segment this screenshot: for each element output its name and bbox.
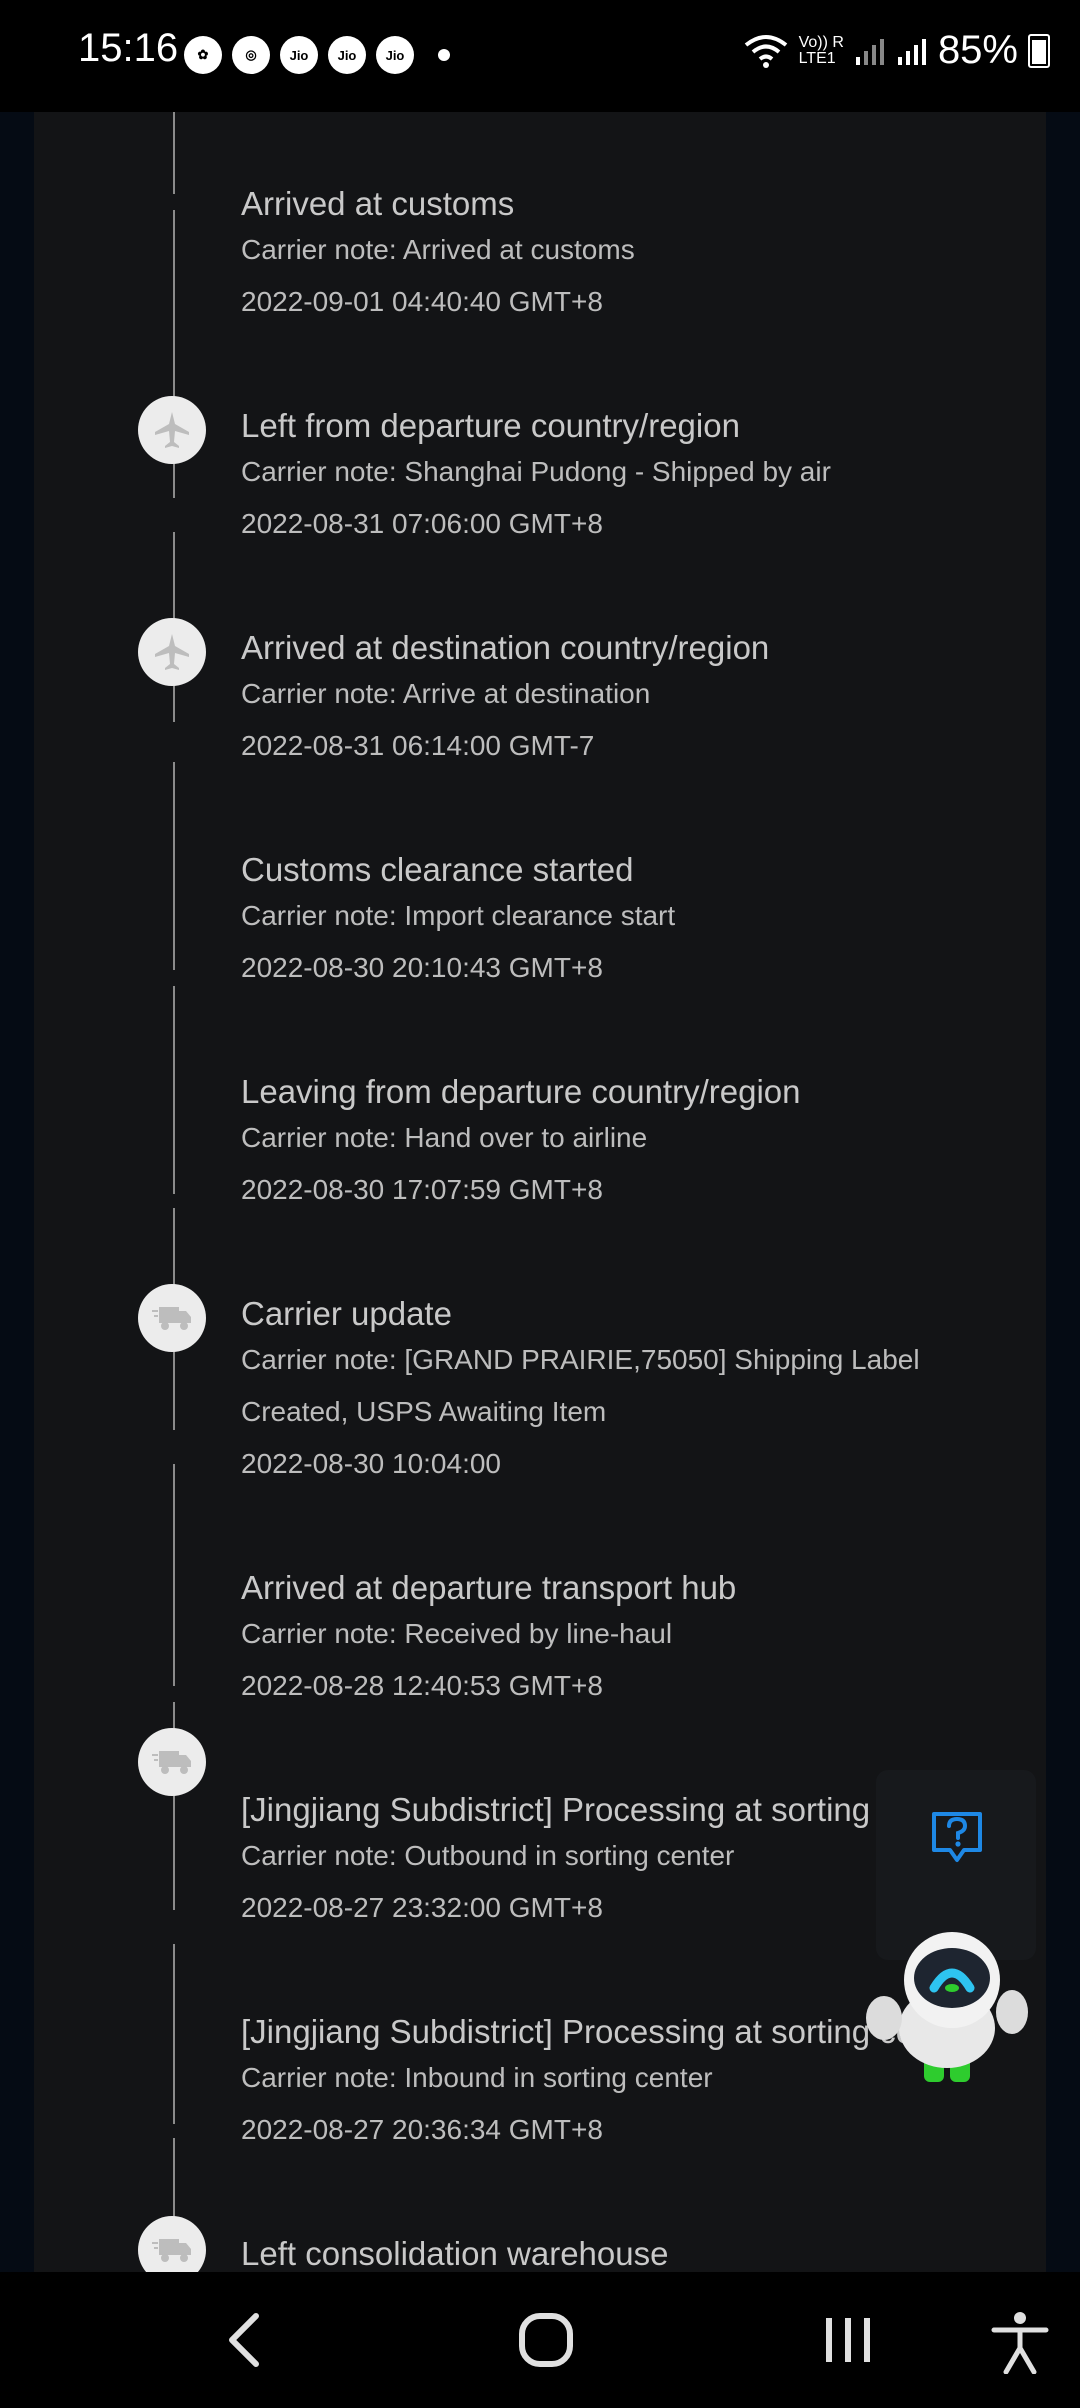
event-time: 2022-08-30 10:04:00 bbox=[241, 1448, 501, 1479]
status-bar: 15:16 ✿ ◎ Jio Jio Jio Vo)) R LTE1 85% bbox=[0, 0, 1080, 112]
event-title: Arrived at customs bbox=[241, 185, 515, 222]
event-time: 2022-08-28 12:40:53 GMT+8 bbox=[241, 1670, 603, 1701]
timeline-line bbox=[173, 986, 175, 1194]
event-time: 2022-08-31 07:06:00 GMT+8 bbox=[241, 508, 603, 539]
carrier-note: Carrier note: Arrived at customs bbox=[241, 234, 635, 265]
carrier-note: Carrier note: Shanghai Pudong - Shipped … bbox=[241, 456, 831, 487]
timeline-event: Customs clearance started Carrier note: … bbox=[241, 850, 1041, 994]
system-status: Vo)) R LTE1 85% bbox=[743, 28, 1050, 73]
network-type: Vo)) R LTE1 bbox=[798, 33, 844, 67]
event-title: Left consolidation warehouse bbox=[241, 2235, 669, 2272]
jio-notification-icon: Jio bbox=[376, 36, 414, 74]
app-notification-icon: ✿ bbox=[184, 36, 222, 74]
event-title: Customs clearance started bbox=[241, 851, 634, 888]
timeline-event: Carrier update Carrier note: [GRAND PRAI… bbox=[241, 1294, 1041, 1490]
event-title: Leaving from departure country/region bbox=[241, 1073, 801, 1110]
accessibility-icon[interactable] bbox=[990, 2310, 1050, 2374]
event-title: Left from departure country/region bbox=[241, 407, 740, 444]
battery-icon bbox=[1028, 33, 1050, 68]
event-time: 2022-08-30 20:10:43 GMT+8 bbox=[241, 952, 603, 983]
recent-apps-button[interactable] bbox=[822, 2310, 874, 2370]
event-title: Arrived at departure transport hub bbox=[241, 1569, 737, 1606]
truck-icon bbox=[138, 1284, 206, 1352]
wifi-icon bbox=[744, 34, 787, 68]
assistant-robot-icon[interactable] bbox=[862, 1924, 1032, 2094]
event-title: Carrier update bbox=[241, 1295, 452, 1332]
back-button[interactable] bbox=[224, 2310, 264, 2370]
timeline-line bbox=[173, 1464, 175, 1686]
camera-notification-icon: ◎ bbox=[232, 36, 270, 74]
carrier-note: Carrier note: Hand over to airline bbox=[241, 1122, 648, 1153]
timeline-event: Left from departure country/region Carri… bbox=[241, 406, 1041, 550]
carrier-note-cont: Created, USPS Awaiting Item bbox=[241, 1396, 607, 1427]
airplane-icon bbox=[138, 396, 206, 464]
carrier-note: Carrier note: Received by line-haul bbox=[241, 1618, 673, 1649]
carrier-note: Carrier note: Arrive at destination bbox=[241, 678, 651, 709]
carrier-note: Carrier note: Import clearance start bbox=[241, 900, 676, 931]
timeline-line bbox=[173, 1944, 175, 2124]
timeline-event: Left consolidation warehouse bbox=[241, 2234, 1041, 2272]
timeline-event: Arrived at destination country/region Ca… bbox=[241, 628, 1041, 772]
jio-notification-icon: Jio bbox=[280, 36, 318, 74]
timeline-line bbox=[173, 762, 175, 970]
status-time: 15:16 bbox=[78, 26, 179, 70]
event-time: 2022-08-30 17:07:59 GMT+8 bbox=[241, 1174, 603, 1205]
event-time: 2022-08-27 20:36:34 GMT+8 bbox=[241, 2114, 603, 2145]
truck-icon bbox=[138, 1728, 206, 1796]
signal-icon bbox=[897, 38, 926, 65]
event-title: Arrived at destination country/region bbox=[241, 629, 770, 666]
timeline-line bbox=[173, 112, 175, 194]
notification-icons: ✿ ◎ Jio Jio Jio bbox=[184, 36, 450, 74]
carrier-note: Carrier note: [GRAND PRAIRIE,75050] Ship… bbox=[241, 1344, 920, 1375]
help-question-icon[interactable] bbox=[928, 1808, 986, 1866]
battery-percent: 85% bbox=[937, 28, 1018, 72]
event-time: 2022-09-01 04:40:40 GMT+8 bbox=[241, 286, 603, 317]
navigation-bar bbox=[0, 2272, 1080, 2408]
timeline-event: Arrived at departure transport hub Carri… bbox=[241, 1568, 1041, 1712]
home-button[interactable] bbox=[516, 2310, 576, 2370]
timeline-event: Leaving from departure country/region Ca… bbox=[241, 1072, 1041, 1216]
timeline-event: Arrived at customs Carrier note: Arrived… bbox=[241, 184, 1041, 328]
event-time: 2022-08-31 06:14:00 GMT-7 bbox=[241, 730, 595, 761]
jio-notification-icon: Jio bbox=[328, 36, 366, 74]
signal-icon bbox=[855, 38, 884, 65]
truck-icon bbox=[138, 2216, 206, 2272]
airplane-icon bbox=[138, 618, 206, 686]
more-notifications-icon bbox=[438, 49, 450, 61]
